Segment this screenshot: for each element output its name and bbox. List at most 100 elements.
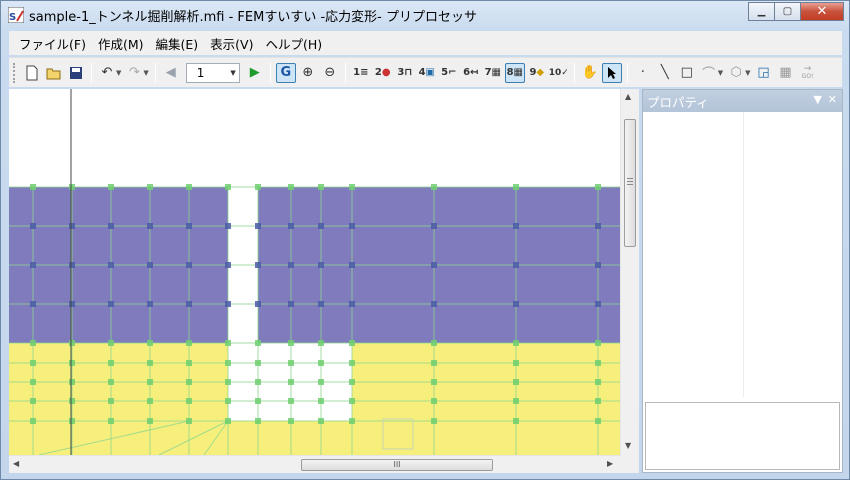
mesh-node xyxy=(30,398,36,404)
mesh-node xyxy=(147,418,153,424)
mesh-node xyxy=(108,301,114,307)
vertical-scrollbar[interactable]: ▲ ▼ xyxy=(620,89,637,455)
redo-button[interactable]: ↷ xyxy=(124,63,144,83)
minimize-button[interactable]: ▁ xyxy=(748,2,775,21)
play-button[interactable]: ▶ xyxy=(245,63,265,83)
model-canvas[interactable] xyxy=(9,89,620,455)
pan-button[interactable]: ✋ xyxy=(580,63,600,83)
toolbar-grip[interactable] xyxy=(13,62,17,83)
panel-close-icon[interactable]: ✕ xyxy=(828,93,837,106)
step-3-button[interactable]: 3 ⊓ xyxy=(395,63,415,83)
previous-button[interactable]: ◀ xyxy=(161,63,181,83)
undo-button[interactable]: ↶ xyxy=(97,63,117,83)
point-icon: · xyxy=(640,65,645,80)
mesh-node xyxy=(595,398,601,404)
menu-help[interactable]: ヘルプ(H) xyxy=(259,34,328,53)
menu-create[interactable]: 作成(M) xyxy=(92,34,150,53)
point-button[interactable]: · xyxy=(633,63,653,83)
horizontal-scroll-thumb[interactable]: III xyxy=(301,459,493,471)
zoom-out-button[interactable]: ⊖ xyxy=(320,63,340,83)
zoom-in-button[interactable]: ⊕ xyxy=(298,63,318,83)
mesh-node xyxy=(349,398,355,404)
open-button[interactable] xyxy=(44,63,64,83)
menu-view[interactable]: 表示(V) xyxy=(204,34,259,53)
mesh-node xyxy=(69,301,75,307)
title-bar[interactable]: S sample-1_トンネル掘削解析.mfi - FEMすいすい -応力変形-… xyxy=(1,1,849,29)
step-8-button[interactable]: 8 ▦ xyxy=(504,62,525,83)
go-button[interactable]: → GO! xyxy=(798,63,818,83)
property-grid[interactable] xyxy=(643,112,842,402)
mesh-node xyxy=(431,379,437,385)
vertical-scroll-thumb[interactable] xyxy=(624,119,636,247)
transform-button[interactable]: ◲ xyxy=(754,63,774,83)
save-icon xyxy=(70,66,82,79)
step-10-button[interactable]: 10 ✓ xyxy=(549,63,569,83)
mesh-node xyxy=(186,418,192,424)
polygon-button[interactable]: ⬡ xyxy=(726,63,746,83)
maximize-icon: ▢ xyxy=(782,6,793,17)
panel-dropdown-icon[interactable]: ▼ xyxy=(814,93,822,106)
line-button[interactable]: ╲ xyxy=(655,63,675,83)
step-1-button[interactable]: 1 ≡ xyxy=(351,63,371,83)
grid-snap-button[interactable]: G xyxy=(275,62,296,83)
mesh-node xyxy=(513,262,519,268)
rectangle-button[interactable]: □ xyxy=(677,63,697,83)
mesh-node xyxy=(225,301,231,307)
mesh-node xyxy=(513,301,519,307)
save-button[interactable] xyxy=(66,63,86,83)
toolbar: ↶ ▼ ↷ ▼ ◀ 1 ▼ ▶ G ⊕ ⊖ 1 ≡ 2 ● 3 ⊓ 4 ▣ 5 ⌐ 6 ↤ … xyxy=(9,57,842,87)
rectangle-icon: □ xyxy=(680,65,693,80)
mesh-node xyxy=(431,418,437,424)
mesh-node xyxy=(255,418,261,424)
mesh-node xyxy=(225,223,231,229)
redo-dropdown-icon[interactable]: ▼ xyxy=(143,69,148,77)
redo-icon: ↷ xyxy=(128,65,140,80)
grid-snap-icon: G xyxy=(280,65,292,80)
step-4-button[interactable]: 4 ▣ xyxy=(417,63,437,83)
arc-dropdown-icon[interactable]: ▼ xyxy=(718,69,723,77)
mesh-node xyxy=(349,418,355,424)
horizontal-scrollbar[interactable]: ◀ III ▶ xyxy=(9,455,620,472)
minimize-icon: ▁ xyxy=(757,6,766,17)
scroll-right-icon[interactable]: ▶ xyxy=(607,459,613,468)
mesh-node xyxy=(30,262,36,268)
mesh-node xyxy=(69,340,75,346)
chevron-down-icon: ▼ xyxy=(230,68,236,77)
mesh-node xyxy=(318,340,324,346)
menu-edit[interactable]: 編集(E) xyxy=(150,34,205,53)
close-button[interactable]: ✕ xyxy=(800,2,844,21)
scroll-left-icon[interactable]: ◀ xyxy=(13,459,19,468)
toolbar-separator xyxy=(269,62,271,83)
scroll-up-icon[interactable]: ▲ xyxy=(625,92,631,101)
new-file-button[interactable] xyxy=(22,63,42,83)
mesh-node xyxy=(513,379,519,385)
page-combo[interactable]: 1 ▼ xyxy=(185,62,240,83)
step-5-button[interactable]: 5 ⌐ xyxy=(439,63,459,83)
mesh-drawing xyxy=(9,89,620,455)
mesh-node xyxy=(349,340,355,346)
step-7-button[interactable]: 7 ▦ xyxy=(483,63,503,83)
maximize-button[interactable]: ▢ xyxy=(774,2,801,21)
mesh-node xyxy=(288,184,294,190)
polygon-dropdown-icon[interactable]: ▼ xyxy=(745,69,750,77)
mesh-node xyxy=(431,340,437,346)
scroll-down-icon[interactable]: ▼ xyxy=(625,441,631,450)
mesh-node xyxy=(147,184,153,190)
mesh-node xyxy=(595,379,601,385)
menu-file[interactable]: ファイル(F) xyxy=(13,34,92,53)
mesh-node xyxy=(255,398,261,404)
undo-dropdown-icon[interactable]: ▼ xyxy=(116,69,121,77)
mesh-node xyxy=(431,262,437,268)
select-button[interactable] xyxy=(601,62,622,83)
mesh-node xyxy=(147,340,153,346)
step-2-button[interactable]: 2 ● xyxy=(373,63,393,83)
step-6-button[interactable]: 6 ↤ xyxy=(461,63,481,83)
step-9-button[interactable]: 9 ◆ xyxy=(527,63,547,83)
mesh-node xyxy=(255,379,261,385)
mesh-node xyxy=(69,223,75,229)
toolbar-separator xyxy=(91,62,92,83)
arc-button[interactable]: ⌒ xyxy=(699,63,719,83)
mesh-button[interactable]: ▦ xyxy=(776,63,796,83)
mesh-node xyxy=(186,360,192,366)
step-1-icon: 1 xyxy=(353,67,361,78)
